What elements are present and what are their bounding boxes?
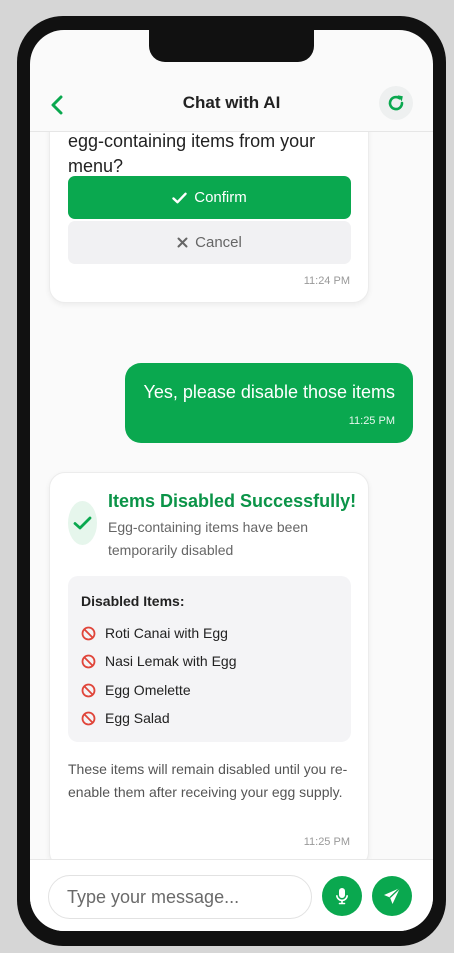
ban-icon (81, 683, 96, 697)
success-badge (68, 501, 97, 545)
chat-header: Chat with AI (30, 80, 433, 132)
ban-icon (81, 711, 96, 725)
close-icon (177, 237, 188, 248)
success-title: Items Disabled Successfully! (108, 491, 357, 511)
ai-result-message: Items Disabled Successfully! Egg-contain… (49, 472, 369, 859)
send-icon (384, 887, 401, 904)
send-button[interactable] (372, 876, 412, 916)
refresh-icon (388, 95, 404, 111)
list-item: Roti Canai with Egg (81, 623, 228, 643)
refresh-button[interactable] (379, 86, 413, 120)
cancel-button[interactable]: Cancel (68, 221, 351, 264)
item-name: Egg Salad (105, 710, 170, 726)
list-item: Egg Omelette (81, 680, 191, 700)
ban-icon (81, 654, 96, 668)
ban-icon (81, 626, 96, 640)
microphone-button[interactable] (322, 876, 362, 916)
message-timestamp: 11:25 PM (348, 415, 395, 427)
message-timestamp: 11:25 PM (303, 836, 350, 848)
disabled-items-list: Disabled Items: Roti Canai with Egg Nasi… (68, 576, 351, 742)
cancel-label: Cancel (195, 234, 242, 251)
list-item: Egg Salad (81, 708, 170, 728)
page-title: Chat with AI (182, 93, 281, 112)
item-name: Nasi Lemak with Egg (105, 653, 237, 669)
app-screen: Chat with AI egg-containing items from y… (30, 30, 433, 931)
confirm-button[interactable]: Confirm (68, 176, 351, 219)
message-input[interactable] (48, 875, 312, 919)
chat-messages[interactable]: egg-containing items from your menu? Con… (30, 132, 433, 859)
message-text: Yes, please disable those items (143, 382, 396, 402)
confirm-label: Confirm (194, 189, 247, 206)
microphone-icon (336, 888, 348, 905)
item-name: Roti Canai with Egg (105, 625, 228, 641)
note-text: These items will remain disabled until y… (68, 761, 348, 800)
message-text: egg-containing items from your menu? (68, 132, 316, 176)
ai-confirm-message: egg-containing items from your menu? Con… (49, 132, 369, 303)
item-name: Egg Omelette (105, 682, 191, 698)
message-timestamp: 11:24 PM (303, 275, 350, 287)
phone-notch (149, 30, 314, 62)
user-message: Yes, please disable those items 11:25 PM (125, 363, 413, 443)
composer-bar (30, 859, 433, 931)
success-subtitle: Egg-containing items have been temporari… (108, 519, 309, 558)
list-heading: Disabled Items: (81, 593, 185, 609)
check-icon (172, 192, 187, 203)
list-item: Nasi Lemak with Egg (81, 651, 237, 671)
check-icon (73, 516, 92, 530)
